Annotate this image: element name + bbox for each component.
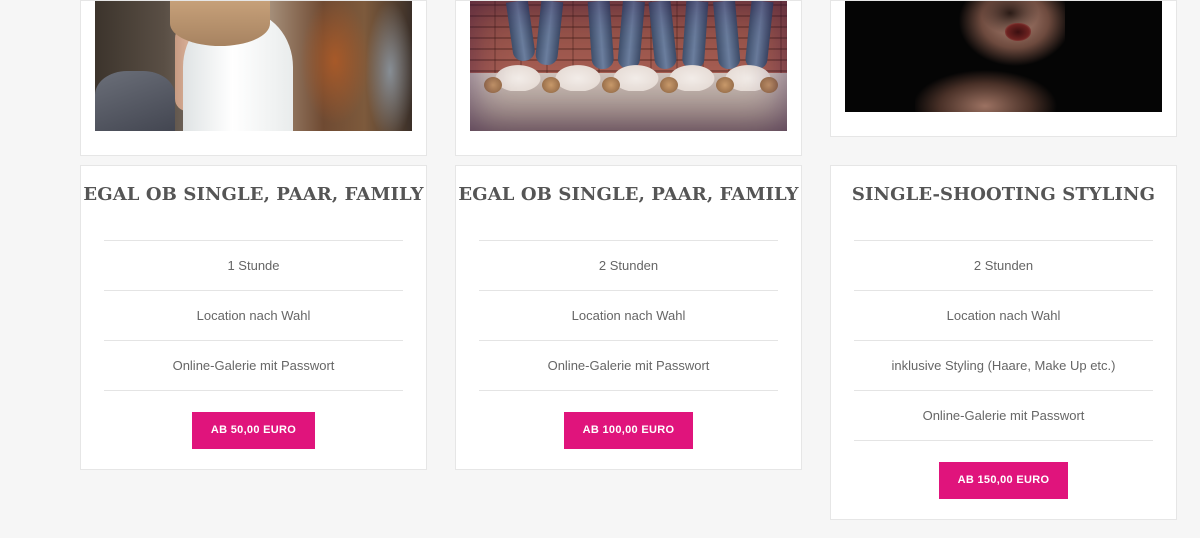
pricing-section: EGAL OB SINGLE, PAAR, FAMILY 1 Stunde Lo… (0, 0, 1200, 538)
package-photo-3 (845, 1, 1162, 112)
feature-item: 2 Stunden (479, 241, 778, 291)
feature-item: inklusive Styling (Haare, Make Up etc.) (854, 341, 1153, 391)
package-photo-1 (95, 1, 412, 131)
pricing-card-1: EGAL OB SINGLE, PAAR, FAMILY 1 Stunde Lo… (80, 165, 427, 470)
feature-item: 2 Stunden (854, 241, 1153, 291)
pricing-card-3: SINGLE-SHOOTING STYLING 2 Stunden Locati… (830, 165, 1177, 520)
package-photo-2 (470, 1, 787, 131)
package-title: EGAL OB SINGLE, PAAR, FAMILY (83, 184, 424, 205)
book-package-button[interactable]: AB 100,00 EURO (563, 412, 694, 449)
feature-item: 1 Stunde (104, 241, 403, 291)
feature-item: Online-Galerie mit Passwort (104, 341, 403, 391)
pricing-card-2: EGAL OB SINGLE, PAAR, FAMILY 2 Stunden L… (455, 165, 802, 470)
photo-card-3 (830, 0, 1177, 137)
feature-list: 2 Stunden Location nach Wahl inklusive S… (854, 240, 1153, 441)
feature-list: 1 Stunde Location nach Wahl Online-Galer… (104, 240, 403, 391)
photo-card-2 (455, 0, 802, 156)
feature-item: Location nach Wahl (479, 291, 778, 341)
feature-item: Online-Galerie mit Passwort (854, 391, 1153, 441)
book-package-button[interactable]: AB 150,00 EURO (938, 462, 1069, 499)
package-title: SINGLE-SHOOTING STYLING (851, 184, 1156, 205)
feature-item: Location nach Wahl (104, 291, 403, 341)
feature-list: 2 Stunden Location nach Wahl Online-Gale… (479, 240, 778, 391)
feature-item: Location nach Wahl (854, 291, 1153, 341)
package-title: EGAL OB SINGLE, PAAR, FAMILY (458, 184, 799, 205)
photo-card-1 (80, 0, 427, 156)
feature-item: Online-Galerie mit Passwort (479, 341, 778, 391)
book-package-button[interactable]: AB 50,00 EURO (191, 412, 316, 449)
